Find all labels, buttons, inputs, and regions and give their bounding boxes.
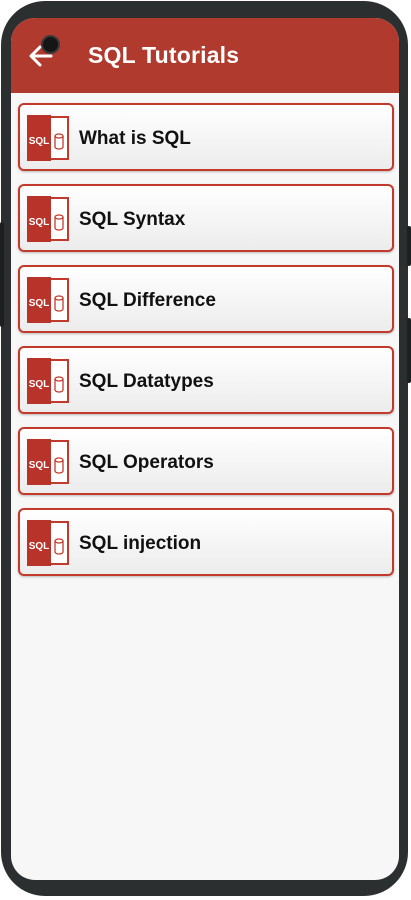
list-item-sql-syntax[interactable]: SQL SQL Syntax <box>18 184 394 252</box>
sql-icon-text: SQL <box>29 460 50 471</box>
sql-file-icon: SQL <box>27 115 69 161</box>
list-item-label: What is SQL <box>79 128 191 149</box>
page-title: SQL Tutorials <box>88 42 240 68</box>
list-item-label: SQL Operators <box>79 452 214 473</box>
sql-icon-text: SQL <box>29 136 50 147</box>
sql-file-icon: SQL <box>27 520 69 566</box>
list-item-sql-difference[interactable]: SQL SQL Difference <box>18 265 394 333</box>
list-item-sql-operators[interactable]: SQL SQL Operators <box>18 427 394 495</box>
power-button-top <box>407 226 411 266</box>
sql-icon-text: SQL <box>29 298 50 309</box>
list-item-label: SQL Difference <box>79 290 216 311</box>
sql-file-icon: SQL <box>27 196 69 242</box>
list-item-label: SQL Datatypes <box>79 371 214 392</box>
tutorial-list: SQL What is SQL SQL SQL Syntax SQL SQL D… <box>18 103 394 589</box>
list-item-label: SQL Syntax <box>79 209 186 230</box>
list-item-sql-injection[interactable]: SQL SQL injection <box>18 508 394 576</box>
front-camera <box>41 35 60 54</box>
sql-file-icon: SQL <box>27 358 69 404</box>
app-bar: SQL Tutorials <box>11 18 399 93</box>
sql-icon-text: SQL <box>29 541 50 552</box>
sql-file-icon: SQL <box>27 277 69 323</box>
sql-icon-text: SQL <box>29 217 50 228</box>
power-button-bottom <box>407 318 411 383</box>
volume-button <box>0 222 4 327</box>
list-item-what-is-sql[interactable]: SQL What is SQL <box>18 103 394 171</box>
list-item-sql-datatypes[interactable]: SQL SQL Datatypes <box>18 346 394 414</box>
device-frame: SQL Tutorials SQL What is SQL SQL SQL Sy… <box>0 0 411 900</box>
app-screen: SQL Tutorials SQL What is SQL SQL SQL Sy… <box>11 18 399 880</box>
sql-file-icon: SQL <box>27 439 69 485</box>
sql-icon-text: SQL <box>29 379 50 390</box>
list-item-label: SQL injection <box>79 533 202 554</box>
